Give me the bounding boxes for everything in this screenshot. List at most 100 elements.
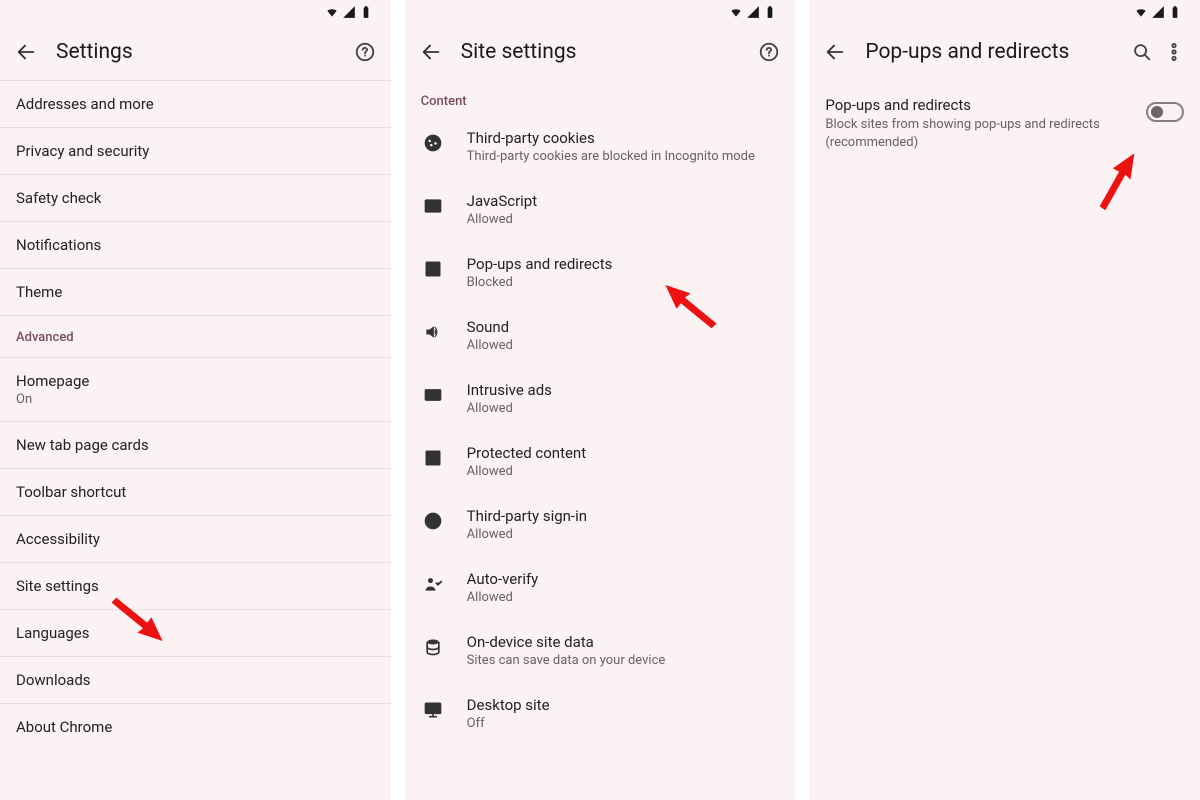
item-label: Addresses and more [16,95,375,113]
item-label: Site settings [16,577,375,595]
help-icon [354,41,376,63]
wifi-icon [325,5,339,19]
item-label: Downloads [16,671,375,689]
item-label: Sound [467,318,513,336]
wifi-icon [729,5,743,19]
item-label: Safety check [16,189,375,207]
site-setting-pop-ups-and-redirects[interactable]: Pop-ups and redirects Blocked [405,241,796,304]
help-button[interactable] [757,40,781,64]
back-arrow-icon [420,41,442,63]
signal-icon [1151,5,1165,19]
wifi-icon [1134,5,1148,19]
search-button[interactable] [1130,40,1154,64]
page-title: Site settings [461,40,750,64]
person-check-icon [421,572,445,596]
settings-item-downloads[interactable]: Downloads [0,657,391,704]
header: Site settings [405,24,796,80]
settings-item-notifications[interactable]: Notifications [0,222,391,269]
help-button[interactable] [353,40,377,64]
settings-item-new-tab-page-cards[interactable]: New tab page cards [0,422,391,469]
item-label: New tab page cards [16,436,375,454]
settings-item-toolbar-shortcut[interactable]: Toolbar shortcut [0,469,391,516]
rectangle-icon [421,383,445,407]
site-setting-javascript[interactable]: JavaScript Allowed [405,178,796,241]
site-setting-third-party-sign-in[interactable]: Third-party sign-in Allowed [405,493,796,556]
signal-icon [746,5,760,19]
item-label: Privacy and security [16,142,375,160]
back-button[interactable] [419,40,443,64]
item-label: On-device site data [467,633,666,651]
page-title: Pop-ups and redirects [865,40,1122,64]
item-label: About Chrome [16,718,375,736]
site-setting-sound[interactable]: SoundAllowed [405,304,796,367]
search-icon [1131,41,1153,63]
section-content-label: Content [405,80,796,115]
toggle-knob [1151,106,1163,118]
back-arrow-icon [824,41,846,63]
section-advanced-label: Advanced [0,316,391,358]
item-sublabel: On [16,392,375,407]
item-label: Languages [16,624,375,642]
item-label: Protected content [467,444,586,462]
settings-item-about-chrome[interactable]: About Chrome [0,704,391,750]
site-setting-third-party-cookies[interactable]: Third-party cookies Third-party cookies a… [405,115,796,178]
battery-icon [359,5,373,19]
status-bar [405,0,796,24]
popups-toggle[interactable] [1146,102,1184,122]
item-sublabel: Allowed [467,527,587,542]
toggle-label: Pop-ups and redirects [825,96,1134,114]
more-vert-icon [1163,41,1185,63]
open-new-icon [421,257,445,281]
help-icon [758,41,780,63]
settings-item-addresses-and-more[interactable]: Addresses and more [0,81,391,128]
item-label: Theme [16,283,375,301]
panel-site-settings: Site settings Content Third-party cookie… [405,0,796,800]
settings-item-site-settings[interactable]: Site settings [0,563,391,610]
item-label: Toolbar shortcut [16,483,375,501]
stack-icon [421,635,445,659]
item-sublabel: Allowed [467,401,552,416]
item-label: Pop-ups and redirects [467,255,613,273]
item-label: Third-party sign-in [467,507,587,525]
cookie-icon [421,131,445,155]
item-sublabel: Sites can save data on your device [467,653,666,668]
item-label: Third-party cookies [467,129,755,147]
battery-icon [1168,5,1182,19]
settings-item-privacy-and-security[interactable]: Privacy and security [0,128,391,175]
person-circle-icon [421,509,445,533]
back-button[interactable] [14,40,38,64]
settings-list[interactable]: Addresses and more Privacy and security Sa… [0,81,391,800]
item-sublabel: Third-party cookies are blocked in Incog… [467,149,755,164]
item-label: JavaScript [467,192,537,210]
back-button[interactable] [823,40,847,64]
settings-item-homepage[interactable]: Homepage On [0,358,391,422]
monitor-icon [421,698,445,722]
item-label: Homepage [16,372,375,390]
site-setting-auto-verify[interactable]: Auto-verifyAllowed [405,556,796,619]
page-title: Settings [56,40,345,64]
status-bar [0,0,391,24]
settings-item-languages[interactable]: Languages [0,610,391,657]
more-button[interactable] [1162,40,1186,64]
check-box-icon [421,446,445,470]
item-sublabel: Blocked [467,275,613,290]
settings-item-safety-check[interactable]: Safety check [0,175,391,222]
item-label: Auto-verify [467,570,539,588]
toggle-description: Block sites from showing pop-ups and red… [825,116,1134,151]
speaker-icon [421,320,445,344]
settings-item-theme[interactable]: Theme [0,269,391,316]
site-settings-list[interactable]: Third-party cookies Third-party cookies a… [405,115,796,800]
panel-popups-redirects: Pop-ups and redirects Pop-ups and redire… [809,0,1200,800]
site-setting-protected-content[interactable]: Protected content Allowed [405,430,796,493]
item-sublabel: Allowed [467,464,586,479]
site-setting-desktop-site[interactable]: Desktop siteOff [405,682,796,745]
back-arrow-icon [15,41,37,63]
item-sublabel: Off [467,716,550,731]
site-setting-intrusive-ads[interactable]: Intrusive adsAllowed [405,367,796,430]
settings-item-accessibility[interactable]: Accessibility [0,516,391,563]
header: Pop-ups and redirects [809,24,1200,80]
site-setting-on-device-site-data[interactable]: On-device site data Sites can save data o… [405,619,796,682]
popups-toggle-row: Pop-ups and redirects Block sites from s… [809,80,1200,161]
javascript-icon [421,194,445,218]
item-sublabel: Allowed [467,212,537,227]
